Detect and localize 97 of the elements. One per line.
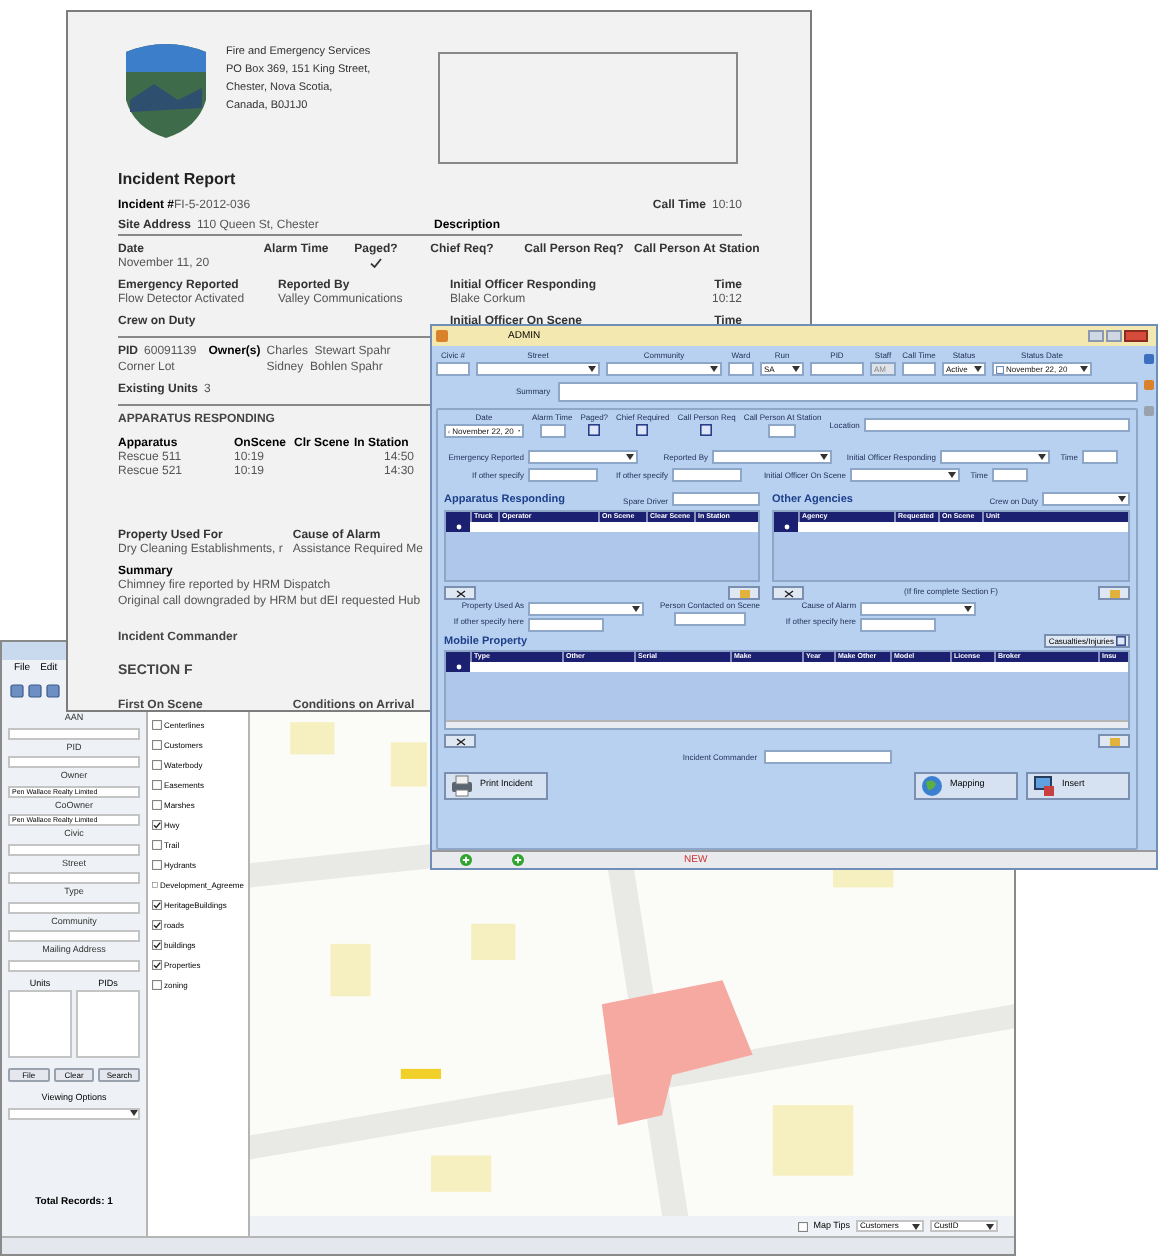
dropdown-field[interactable] — [1042, 492, 1130, 506]
input-field[interactable] — [436, 362, 470, 376]
checkbox[interactable] — [152, 980, 162, 990]
folder-icon — [1109, 589, 1119, 597]
dropdown-field[interactable] — [606, 362, 722, 376]
checkbox[interactable] — [700, 424, 713, 436]
add-row-button[interactable] — [1098, 586, 1130, 600]
checkbox[interactable] — [152, 780, 162, 790]
caret-icon — [948, 472, 956, 478]
toolbar-icon — [1144, 380, 1154, 390]
input-field[interactable] — [860, 618, 937, 632]
delete-row-button[interactable] — [444, 586, 476, 600]
input-field[interactable] — [728, 362, 754, 376]
checkbox[interactable] — [152, 800, 162, 810]
dropdown-field[interactable] — [528, 602, 644, 616]
caret-icon — [130, 1110, 138, 1116]
caret-icon — [632, 606, 640, 612]
checkbox[interactable] — [152, 960, 162, 970]
checkbox[interactable] — [152, 720, 162, 730]
caret-icon — [1038, 454, 1046, 460]
close-button[interactable] — [1124, 330, 1148, 342]
caret-icon — [1080, 366, 1088, 372]
scroll-bar[interactable] — [446, 720, 1128, 728]
list-box[interactable] — [76, 990, 140, 1058]
input-field[interactable] — [528, 618, 604, 632]
checkbox[interactable] — [152, 940, 162, 950]
checkbox[interactable] — [152, 820, 162, 830]
globe-icon — [920, 773, 944, 797]
input-field[interactable] — [8, 756, 140, 768]
input-field[interactable] — [763, 750, 892, 764]
input-field[interactable] — [672, 492, 760, 506]
input-field[interactable] — [8, 727, 140, 739]
caret-icon — [626, 454, 634, 460]
checkbox[interactable] — [152, 740, 162, 750]
report-title: Incident Report — [118, 172, 238, 188]
caret-icon — [820, 454, 828, 460]
checkbox[interactable] — [636, 424, 649, 436]
folder-icon — [1109, 737, 1119, 745]
caret-icon — [964, 606, 973, 612]
input-field[interactable] — [672, 468, 742, 482]
scissors-icon — [455, 589, 465, 597]
input-field[interactable] — [8, 872, 140, 884]
row-marker-icon — [783, 524, 789, 530]
dropdown-field[interactable] — [712, 450, 832, 464]
checkbox[interactable] — [152, 860, 162, 870]
checkbox[interactable] — [152, 880, 158, 890]
delete-row-button[interactable] — [444, 734, 476, 748]
caret-icon — [912, 1223, 920, 1229]
caret-icon — [710, 366, 718, 372]
dropdown-field[interactable] — [850, 468, 960, 482]
input-field[interactable] — [810, 362, 864, 376]
dropdown-field[interactable] — [476, 362, 600, 376]
checkbox[interactable] — [152, 900, 162, 910]
toolbar-icon — [1144, 354, 1154, 364]
computer-icon — [1032, 773, 1056, 797]
add-icon — [460, 854, 472, 866]
caret-icon — [792, 366, 800, 372]
input-field[interactable] — [8, 959, 140, 971]
dropdown-field[interactable] — [528, 450, 638, 464]
input-field[interactable] — [992, 468, 1028, 482]
maximize-button[interactable] — [1106, 330, 1122, 342]
folder-icon — [739, 589, 749, 597]
caret-icon — [974, 366, 982, 372]
caret-icon — [1118, 496, 1126, 502]
add-row-button[interactable] — [728, 586, 760, 600]
input-field[interactable] — [8, 930, 140, 942]
minimize-button[interactable] — [1088, 330, 1104, 342]
caret-icon — [588, 366, 596, 372]
input-field[interactable] — [674, 612, 747, 626]
row-marker-icon — [455, 664, 461, 670]
delete-row-button[interactable] — [772, 586, 804, 600]
input-field[interactable] — [768, 424, 797, 438]
checkbox[interactable] — [588, 424, 601, 436]
input-field[interactable] — [558, 382, 1138, 402]
scissors-icon — [783, 589, 793, 597]
add-row-button[interactable] — [1098, 734, 1130, 748]
scissors-icon — [455, 737, 465, 745]
input-field[interactable] — [1082, 450, 1118, 464]
input-field[interactable] — [528, 468, 598, 482]
add-icon — [512, 854, 524, 866]
list-box[interactable] — [8, 990, 72, 1058]
input-field[interactable] — [539, 424, 566, 438]
checkbox[interactable] — [152, 840, 162, 850]
input-field[interactable] — [8, 901, 140, 913]
input-field[interactable] — [902, 362, 936, 376]
app-icon — [436, 330, 448, 342]
input-field[interactable] — [863, 418, 1130, 432]
dropdown-field[interactable] — [8, 1107, 140, 1119]
row-marker-icon — [455, 524, 461, 530]
checkbox[interactable] — [152, 760, 162, 770]
caret-icon — [986, 1223, 994, 1229]
printer-icon — [450, 773, 474, 797]
dropdown-field[interactable] — [860, 602, 977, 616]
input-field[interactable] — [8, 843, 140, 855]
toolbar-icon — [1144, 406, 1154, 416]
checkbox[interactable] — [152, 920, 162, 930]
dropdown-field[interactable] — [940, 450, 1050, 464]
